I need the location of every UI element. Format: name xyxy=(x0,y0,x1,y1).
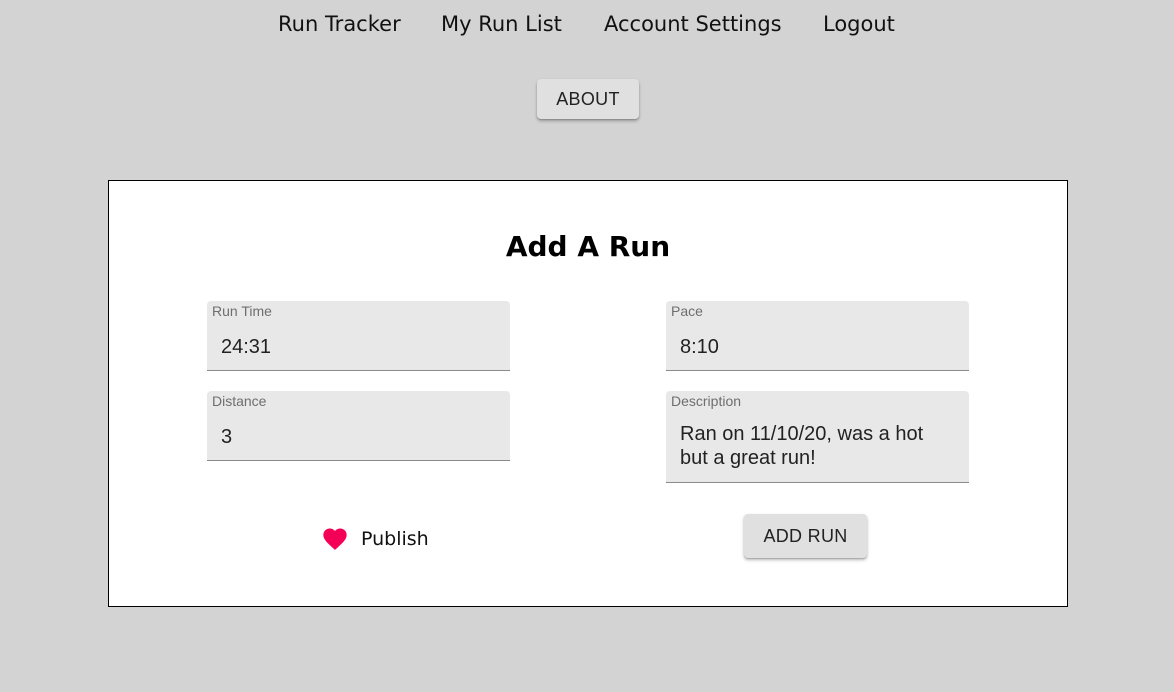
pace-label: Pace xyxy=(671,303,703,319)
nav-link-run-tracker[interactable]: Run Tracker xyxy=(278,10,401,38)
heart-icon[interactable] xyxy=(321,525,349,553)
distance-value[interactable]: 3 xyxy=(221,425,232,449)
description-label: Description xyxy=(671,393,742,409)
description-value[interactable]: Ran on 11/10/20, was a hot but a great r… xyxy=(680,422,950,470)
top-nav: Run Tracker My Run List Account Settings… xyxy=(0,0,1174,50)
nav-link-account-settings[interactable]: Account Settings xyxy=(604,10,782,38)
run-time-label: Run Time xyxy=(212,303,272,319)
description-field[interactable]: Description Ran on 11/10/20, was a hot b… xyxy=(666,391,969,483)
form-title: Add A Run xyxy=(505,230,671,263)
pace-field[interactable]: Pace 8:10 xyxy=(666,301,969,371)
publish-label: Publish xyxy=(361,528,429,550)
pace-value[interactable]: 8:10 xyxy=(680,335,719,359)
publish-toggle[interactable]: Publish xyxy=(321,524,429,554)
add-run-card: Add A Run Run Time 24:31 Pace 8:10 Dista… xyxy=(108,180,1068,607)
run-time-value[interactable]: 24:31 xyxy=(221,335,271,359)
nav-link-logout[interactable]: Logout xyxy=(823,10,895,38)
run-time-field[interactable]: Run Time 24:31 xyxy=(207,301,510,371)
about-button[interactable]: ABOUT xyxy=(537,79,639,119)
nav-link-my-run-list[interactable]: My Run List xyxy=(441,10,562,38)
add-run-button[interactable]: ADD RUN xyxy=(744,514,867,558)
distance-label: Distance xyxy=(212,393,267,409)
distance-field[interactable]: Distance 3 xyxy=(207,391,510,461)
